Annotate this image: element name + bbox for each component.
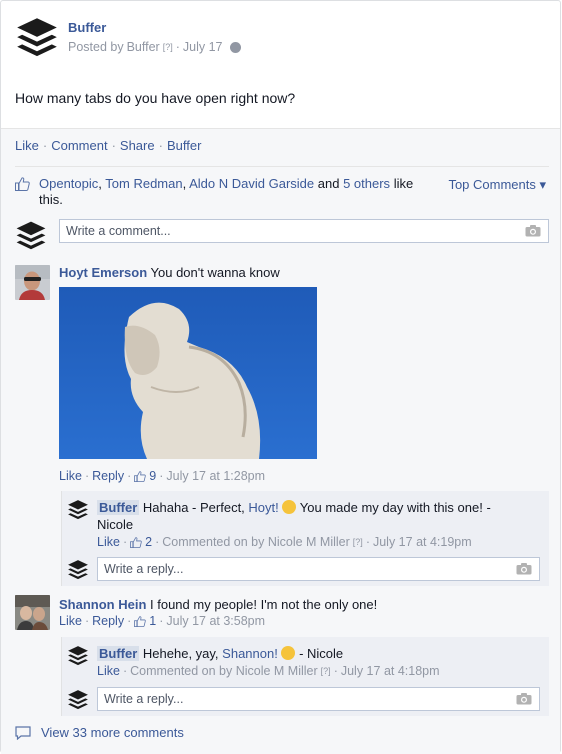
globe-icon <box>229 41 241 53</box>
post-author[interactable]: Buffer <box>68 20 241 35</box>
separator: · <box>111 138 116 153</box>
camera-icon[interactable] <box>516 563 532 575</box>
likes-summary: Opentopic, Tom Redman, Aldo N David Gars… <box>15 176 435 208</box>
comment-author[interactable]: Shannon Hein <box>59 597 146 612</box>
comment-like-count[interactable]: 1 <box>149 614 156 628</box>
top-comments-dropdown[interactable]: Top Comments ▾ <box>448 177 546 193</box>
comment-reply-link[interactable]: Reply <box>92 469 124 483</box>
liker-name[interactable]: Opentopic <box>39 176 98 191</box>
post-header: Buffer Posted by Buffer [?] · July 17 <box>15 15 241 61</box>
buffer-avatar-icon <box>67 645 89 667</box>
buffer-avatar-icon <box>67 499 89 521</box>
mention-link[interactable]: Shannon! <box>222 646 278 661</box>
thumbs-up-icon <box>15 177 30 191</box>
comment-author[interactable]: Hoyt Emerson <box>59 265 147 280</box>
smile-emoji-icon <box>281 646 296 660</box>
comment-meta: Like · Reply · 9 · July 17 at 1:28pm <box>59 469 266 483</box>
reply: Buffer Hahaha - Perfect, Hoyt! You made … <box>97 500 491 532</box>
comment-text: You don't wanna know <box>150 265 280 280</box>
separator: · <box>42 138 48 153</box>
camera-icon[interactable] <box>525 225 541 237</box>
posted-by-prefix: Posted by <box>68 40 124 54</box>
buffer-avatar-icon <box>67 689 89 711</box>
mention-link[interactable]: Hoyt! <box>248 500 278 515</box>
likes-and: and <box>317 176 340 191</box>
comment: Shannon Hein I found my people! I'm not … <box>59 596 377 613</box>
smile-emoji-icon <box>282 500 297 514</box>
commented-on-by: Commented on by Nicole M Miller <box>162 535 350 549</box>
camera-icon[interactable] <box>516 693 532 705</box>
reply: Buffer Hehehe, yay, Shannon! - Nicole <box>97 646 344 661</box>
post-text: How many tabs do you have open right now… <box>15 90 296 106</box>
help-qmark[interactable]: [?] <box>353 537 363 547</box>
reply-author[interactable]: Buffer <box>97 500 140 515</box>
reply-author[interactable]: Buffer <box>97 646 140 661</box>
comment-image[interactable] <box>59 287 317 459</box>
buffer-avatar-icon <box>15 220 47 252</box>
reply-like-link[interactable]: Like <box>97 664 120 678</box>
reply-date[interactable]: July 17 at 4:19pm <box>373 535 472 549</box>
comment-like-link[interactable]: Like <box>59 469 82 483</box>
buffer-link[interactable]: Buffer <box>167 138 201 153</box>
help-qmark[interactable]: [?] <box>321 666 331 676</box>
reply-meta: Like · 2 · Commented on by Nicole M Mill… <box>97 535 472 549</box>
likes-others-link[interactable]: 5 others <box>343 176 390 191</box>
avatar[interactable] <box>15 595 50 630</box>
like-count-icon <box>134 616 146 627</box>
like-link[interactable]: Like <box>15 138 39 153</box>
comment-reply-link[interactable]: Reply <box>92 614 124 628</box>
reply-input[interactable]: Write a reply... <box>97 557 540 581</box>
buffer-logo-icon[interactable] <box>15 15 59 61</box>
comment-text: I found my people! I'm not the only one! <box>150 597 378 612</box>
divider <box>15 166 549 167</box>
buffer-avatar-icon <box>67 559 89 581</box>
comment-like-link[interactable]: Like <box>59 614 82 628</box>
reply-date[interactable]: July 17 at 4:18pm <box>341 664 440 678</box>
post-actions: Like · Comment · Share · Buffer <box>15 138 201 153</box>
liker-name[interactable]: Tom Redman <box>105 176 182 191</box>
comment-date[interactable]: July 17 at 3:58pm <box>166 614 265 628</box>
help-qmark[interactable]: [?] <box>163 42 173 52</box>
reply-like-link[interactable]: Like <box>97 535 120 549</box>
comment-bubble-icon <box>15 725 31 740</box>
post-date[interactable]: July 17 <box>183 40 223 54</box>
liker-name[interactable]: Aldo N David Garside <box>189 176 314 191</box>
post-card: Buffer Posted by Buffer [?] · July 17 Ho… <box>0 0 561 754</box>
comment-like-count[interactable]: 9 <box>149 469 156 483</box>
like-count-icon <box>130 537 142 548</box>
separator: · <box>158 138 163 153</box>
reply-like-count[interactable]: 2 <box>145 535 152 549</box>
share-link[interactable]: Share <box>120 138 155 153</box>
comment-input[interactable]: Write a comment... <box>59 219 549 243</box>
reply-input[interactable]: Write a reply... <box>97 687 540 711</box>
posted-by-name[interactable]: Buffer <box>127 40 160 54</box>
avatar[interactable] <box>15 265 50 300</box>
comment-link[interactable]: Comment <box>51 138 107 153</box>
post-subtitle: Posted by Buffer [?] · July 17 <box>68 40 241 54</box>
comment-meta: Like · Reply · 1 · July 17 at 3:58pm <box>59 614 266 628</box>
separator: · <box>175 40 180 54</box>
comment-date[interactable]: July 17 at 1:28pm <box>166 469 265 483</box>
commented-on-by: Commented on by Nicole M Miller <box>130 664 318 678</box>
like-count-icon <box>134 471 146 482</box>
reply-meta: Like · Commented on by Nicole M Miller [… <box>97 664 440 678</box>
view-more-comments[interactable]: View 33 more comments <box>15 725 184 740</box>
comment: Hoyt Emerson You don't wanna know <box>59 264 280 281</box>
